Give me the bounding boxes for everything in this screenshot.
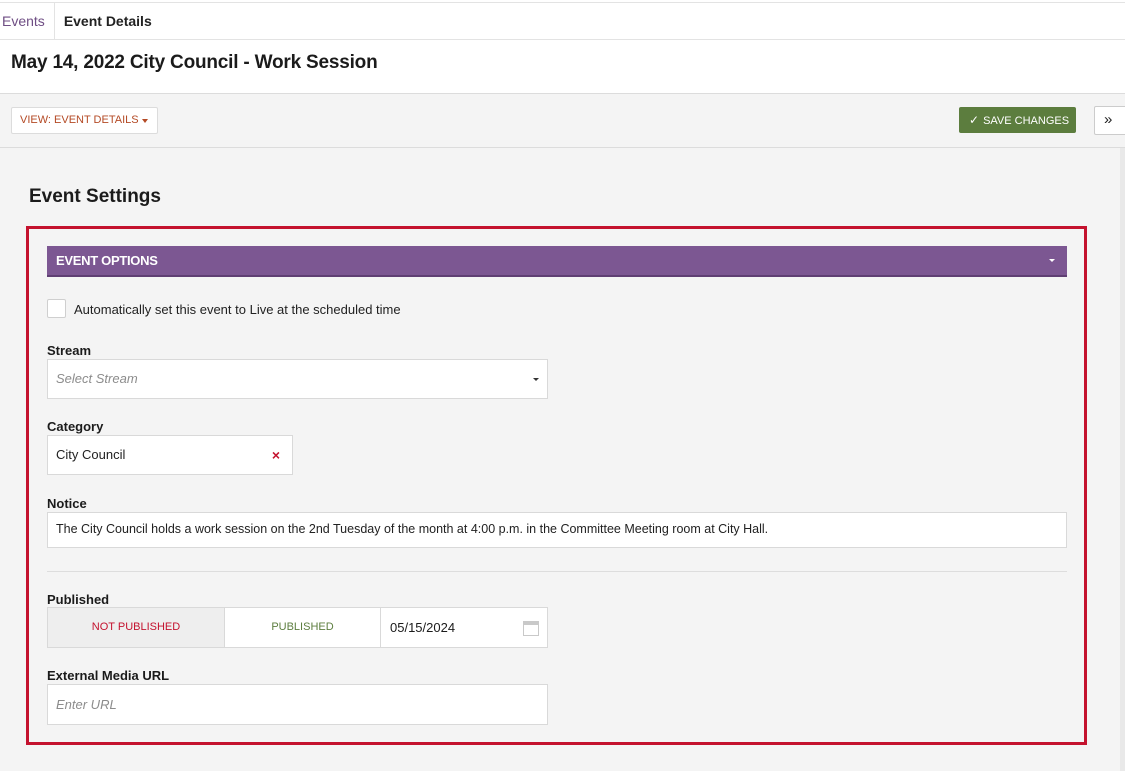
auto-live-label: Automatically set this event to Live at …: [74, 302, 401, 317]
check-icon: ✓: [969, 113, 980, 127]
close-icon[interactable]: ×: [272, 436, 280, 474]
breadcrumb: Events Event Details: [0, 2, 1125, 40]
category-value: City Council: [56, 447, 126, 462]
published-date-value: 05/15/2024: [390, 620, 456, 635]
double-chevron-right-icon: »: [1104, 111, 1113, 128]
stream-select[interactable]: Select Stream: [47, 359, 548, 399]
published-label: Published: [47, 592, 110, 607]
save-changes-label: SAVE CHANGES: [983, 115, 1070, 127]
view-dropdown-label: VIEW: EVENT DETAILS: [20, 114, 139, 126]
section-title: Event Settings: [29, 186, 161, 207]
published-toggle: NOT PUBLISHED PUBLISHED 05/15/2024: [47, 607, 548, 648]
page-title: May 14, 2022 City Council - Work Session: [11, 52, 378, 73]
breadcrumb-events-link[interactable]: Events: [0, 3, 55, 40]
url-placeholder: Enter URL: [56, 697, 117, 712]
stream-placeholder: Select Stream: [56, 371, 138, 386]
caret-down-icon: [142, 119, 148, 123]
category-label: Category: [47, 419, 104, 434]
collapse-caret-icon: [1049, 259, 1055, 262]
right-panel-edge: [1120, 148, 1125, 771]
save-changes-button[interactable]: ✓ SAVE CHANGES: [959, 107, 1076, 133]
not-published-option[interactable]: NOT PUBLISHED: [47, 607, 225, 648]
event-options-title: EVENT OPTIONS: [56, 253, 158, 268]
title-bar: May 14, 2022 City Council - Work Session: [0, 40, 1125, 94]
expand-panel-button[interactable]: »: [1094, 106, 1125, 135]
caret-down-icon: [533, 378, 539, 381]
breadcrumb-event-details: Event Details: [63, 13, 152, 29]
notice-input[interactable]: The City Council holds a work session on…: [47, 512, 1067, 548]
category-select[interactable]: City Council ×: [47, 435, 293, 475]
toolbar: VIEW: EVENT DETAILS ✓ SAVE CHANGES »: [0, 94, 1125, 148]
event-options-section: EVENT OPTIONS Automatically set this eve…: [26, 226, 1087, 745]
calendar-icon[interactable]: [523, 621, 539, 636]
notice-label: Notice: [47, 496, 87, 511]
external-media-url-label: External Media URL: [47, 668, 170, 683]
auto-live-checkbox[interactable]: [47, 299, 66, 318]
view-dropdown-button[interactable]: VIEW: EVENT DETAILS: [11, 107, 158, 134]
published-date-field[interactable]: 05/15/2024: [381, 607, 548, 648]
external-media-url-input[interactable]: Enter URL: [47, 684, 548, 725]
main-content: Event Settings EVENT OPTIONS Automatical…: [0, 148, 1125, 771]
stream-label: Stream: [47, 343, 92, 358]
divider: [47, 571, 1067, 572]
event-options-header[interactable]: EVENT OPTIONS: [47, 246, 1067, 277]
published-option[interactable]: PUBLISHED: [225, 607, 381, 648]
